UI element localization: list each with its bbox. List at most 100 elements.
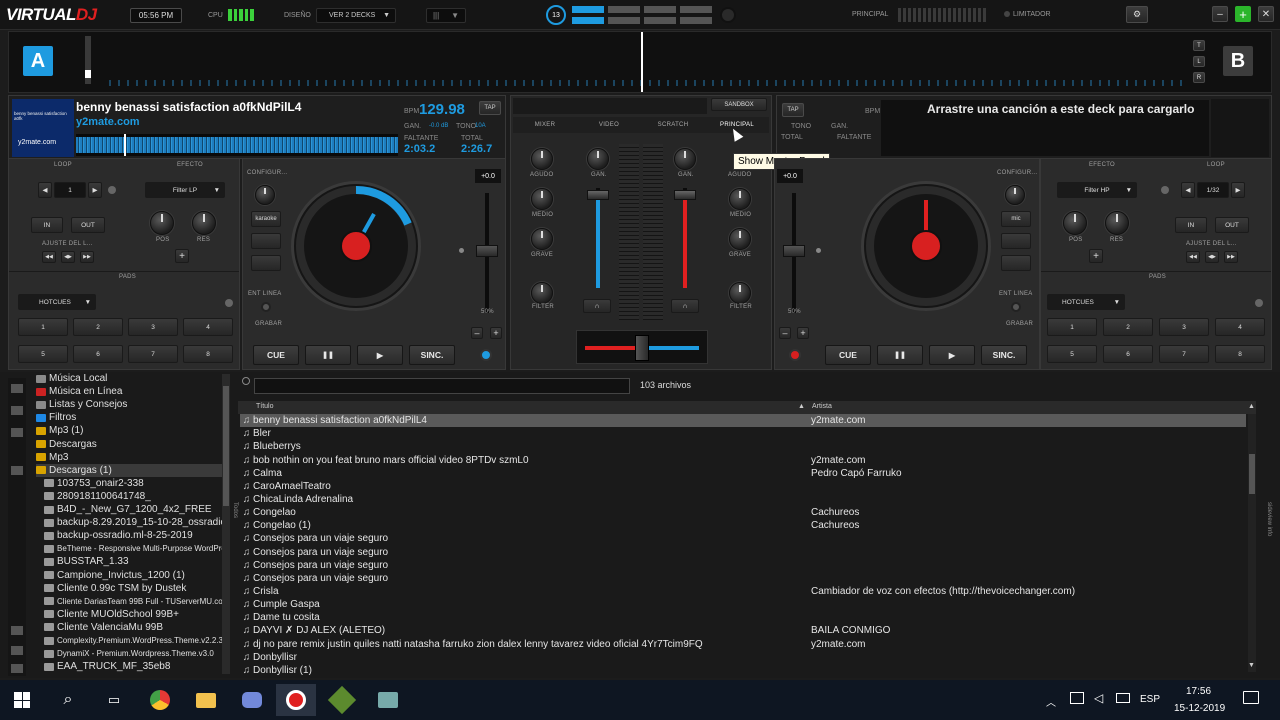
tray-up-icon[interactable]: ︿ xyxy=(1046,694,1056,709)
tab-mixer[interactable]: MIXER xyxy=(513,117,577,133)
volume-icon[interactable]: ◁ xyxy=(1094,691,1103,705)
table-row[interactable]: ♫ Crisla Cambiador de voz con efectos (htt… xyxy=(240,585,1246,598)
loop-out-button[interactable]: OUT xyxy=(71,217,105,233)
table-row[interactable]: ♫ Consejos para un viaje seguro xyxy=(240,546,1246,559)
app-icon-green[interactable] xyxy=(322,684,362,716)
deck-b-volume-track[interactable] xyxy=(683,188,687,288)
table-row[interactable]: ♫ bob nothin on you feat bruno mars offic… xyxy=(240,453,1246,466)
tree-item[interactable]: Cliente DariasTeam 99B Full - TUServerMU… xyxy=(44,595,222,608)
app-icon-paint[interactable] xyxy=(368,684,408,716)
view-toggle[interactable]: ||| ▼ xyxy=(426,8,466,23)
tree-item[interactable]: Descargas (1) xyxy=(36,463,222,477)
effect-res-knob[interactable] xyxy=(192,211,216,235)
tree-item[interactable]: backup-ossradio.ml-8-25-2019 xyxy=(44,529,193,542)
scroll-down-icon[interactable]: ▼ xyxy=(1248,662,1255,669)
aux-button-2[interactable] xyxy=(251,255,281,271)
deck-b-effect-pos-knob[interactable] xyxy=(1063,211,1087,235)
deck-b-pitch-plus-button[interactable]: + xyxy=(797,327,809,339)
minimize-button[interactable]: – xyxy=(1212,6,1228,22)
tree-item[interactable]: 2809181100641748_ xyxy=(44,490,151,503)
loop-decrease-button[interactable]: ◀ xyxy=(38,182,52,198)
sort-icon[interactable] xyxy=(11,626,23,635)
display-icon[interactable] xyxy=(1116,693,1130,703)
tree-item[interactable]: EAA_TRUCK_MF_35eb8 xyxy=(44,660,170,673)
grid-icon[interactable] xyxy=(11,664,23,673)
deck-b-loop-half-button[interactable]: ◀◀ xyxy=(1186,251,1200,263)
play-button[interactable]: ▶ xyxy=(357,345,403,365)
deck-b-pad-2[interactable]: 2 xyxy=(1103,318,1153,336)
scroll-up-icon[interactable]: ▲ xyxy=(1248,403,1255,410)
pad-8[interactable]: 8 xyxy=(183,345,233,363)
karaoke-button[interactable]: karaoke xyxy=(251,211,281,227)
deck-b-line-in-toggle[interactable] xyxy=(1011,302,1021,312)
deck-a-mini-waveform[interactable] xyxy=(76,134,398,156)
return-icon[interactable] xyxy=(11,466,23,475)
maximize-button[interactable]: + xyxy=(1235,6,1251,22)
tab-scratch[interactable]: SCRATCH xyxy=(641,117,705,133)
folder-add-icon[interactable] xyxy=(11,406,23,415)
pad-4[interactable]: 4 xyxy=(183,318,233,336)
deck-b-pads-mode-select[interactable]: HOTCUES ▼ xyxy=(1047,294,1125,310)
tree-item[interactable]: Campione_Invictus_1200 (1) xyxy=(44,569,185,582)
tree-item[interactable]: BUSSTAR_1.33 xyxy=(44,555,129,568)
tree-item[interactable]: DynamiX - Premium.Wordpress.Theme.v3.0 xyxy=(44,647,214,660)
table-row[interactable]: ♫ Consejos para un viaje seguro xyxy=(240,532,1246,545)
language-indicator[interactable]: ESP xyxy=(1140,694,1160,705)
deck-b-pad-3[interactable]: 3 xyxy=(1159,318,1209,336)
deck-a-tap-button[interactable]: TAP xyxy=(479,101,501,115)
table-row[interactable]: ♫ Donbyllisr (1) xyxy=(240,664,1246,676)
virtualdj-taskbar-icon[interactable] xyxy=(276,684,316,716)
deck-b-loop-move-button[interactable]: ◀▶ xyxy=(1205,251,1219,263)
tab-video[interactable]: VIDEO xyxy=(577,117,641,133)
deck-b-pitch-minus-button[interactable]: – xyxy=(779,327,791,339)
taskbar-date[interactable]: 15-12-2019 xyxy=(1174,703,1225,714)
deck-b-volume-handle[interactable] xyxy=(674,190,696,200)
deck-b-loop-increase-button[interactable]: ▶ xyxy=(1231,182,1245,198)
line-in-toggle[interactable] xyxy=(261,302,271,312)
deck-b-badge[interactable]: B xyxy=(1223,46,1253,76)
up-icon[interactable] xyxy=(11,646,23,655)
track-list-scrollbar[interactable]: ▼ xyxy=(1248,414,1256,672)
pad-3[interactable]: 3 xyxy=(128,318,178,336)
tree-item[interactable]: 103753_onair2-338 xyxy=(44,477,144,490)
tree-item[interactable]: Cliente MUOldSchool 99B+ xyxy=(44,608,179,621)
search-taskbar-icon[interactable]: ⌕ xyxy=(48,684,88,716)
file-explorer-icon[interactable] xyxy=(186,684,226,716)
tree-item[interactable]: Complexity.Premium.WordPress.Theme.v2.2.… xyxy=(44,634,222,647)
settings-button[interactable]: ⚙ xyxy=(1126,6,1148,23)
tree-scrollbar[interactable] xyxy=(222,374,230,674)
table-row[interactable]: ♫ Calma Pedro Capó Farruko xyxy=(240,467,1246,480)
deck-b-add-effect-button[interactable]: + xyxy=(1089,249,1103,263)
search-input[interactable] xyxy=(254,378,630,394)
pitch-slider-handle[interactable] xyxy=(476,245,498,257)
table-row[interactable]: ♫ Donbyllisr xyxy=(240,651,1246,664)
sync-button[interactable]: SINC. xyxy=(409,345,455,365)
pad-1[interactable]: 1 xyxy=(18,318,68,336)
deck-a-position-bar[interactable] xyxy=(85,36,91,84)
star-icon[interactable] xyxy=(11,384,23,393)
col-artist-header[interactable]: Artista xyxy=(812,403,832,410)
deck-b-pitch-slider-handle[interactable] xyxy=(783,245,805,257)
table-row[interactable]: ♫ DAYVI ✗ DJ ALEX (ALETEO) BAILA CONMIGO xyxy=(240,624,1246,637)
loop-increase-button[interactable]: ▶ xyxy=(88,182,102,198)
deck-a-mid-knob[interactable] xyxy=(531,188,553,210)
table-row[interactable]: ♫ dj no pare remix justin quiles natti na… xyxy=(240,638,1246,651)
pad-6[interactable]: 6 xyxy=(73,345,123,363)
deck-a-gain-knob[interactable] xyxy=(587,148,609,170)
deck-a-bass-knob[interactable] xyxy=(531,228,553,250)
deck-a-jog-wheel[interactable] xyxy=(291,181,421,311)
tree-item[interactable]: Cliente 0.99c TSM by Dustek xyxy=(44,582,186,595)
deck-b-loop-in-button[interactable]: IN xyxy=(1175,217,1207,233)
tree-item[interactable]: Filtros xyxy=(36,411,76,424)
list-icon[interactable] xyxy=(11,428,23,437)
taskbar-time[interactable]: 17:56 xyxy=(1186,686,1211,697)
side-button-l[interactable]: L xyxy=(1193,56,1205,67)
deck-b-effect-select[interactable]: Filter HP ▼ xyxy=(1057,182,1137,198)
tree-item[interactable]: Mp3 xyxy=(36,451,68,464)
record-button[interactable] xyxy=(720,7,736,23)
table-row[interactable]: ♫ Congelao (1) Cachureos xyxy=(240,519,1246,532)
deck-b-aux-button-2[interactable] xyxy=(1001,255,1031,271)
windows-start-button[interactable] xyxy=(2,684,42,716)
loop-in-button[interactable]: IN xyxy=(31,217,63,233)
config-knob[interactable] xyxy=(255,185,275,205)
